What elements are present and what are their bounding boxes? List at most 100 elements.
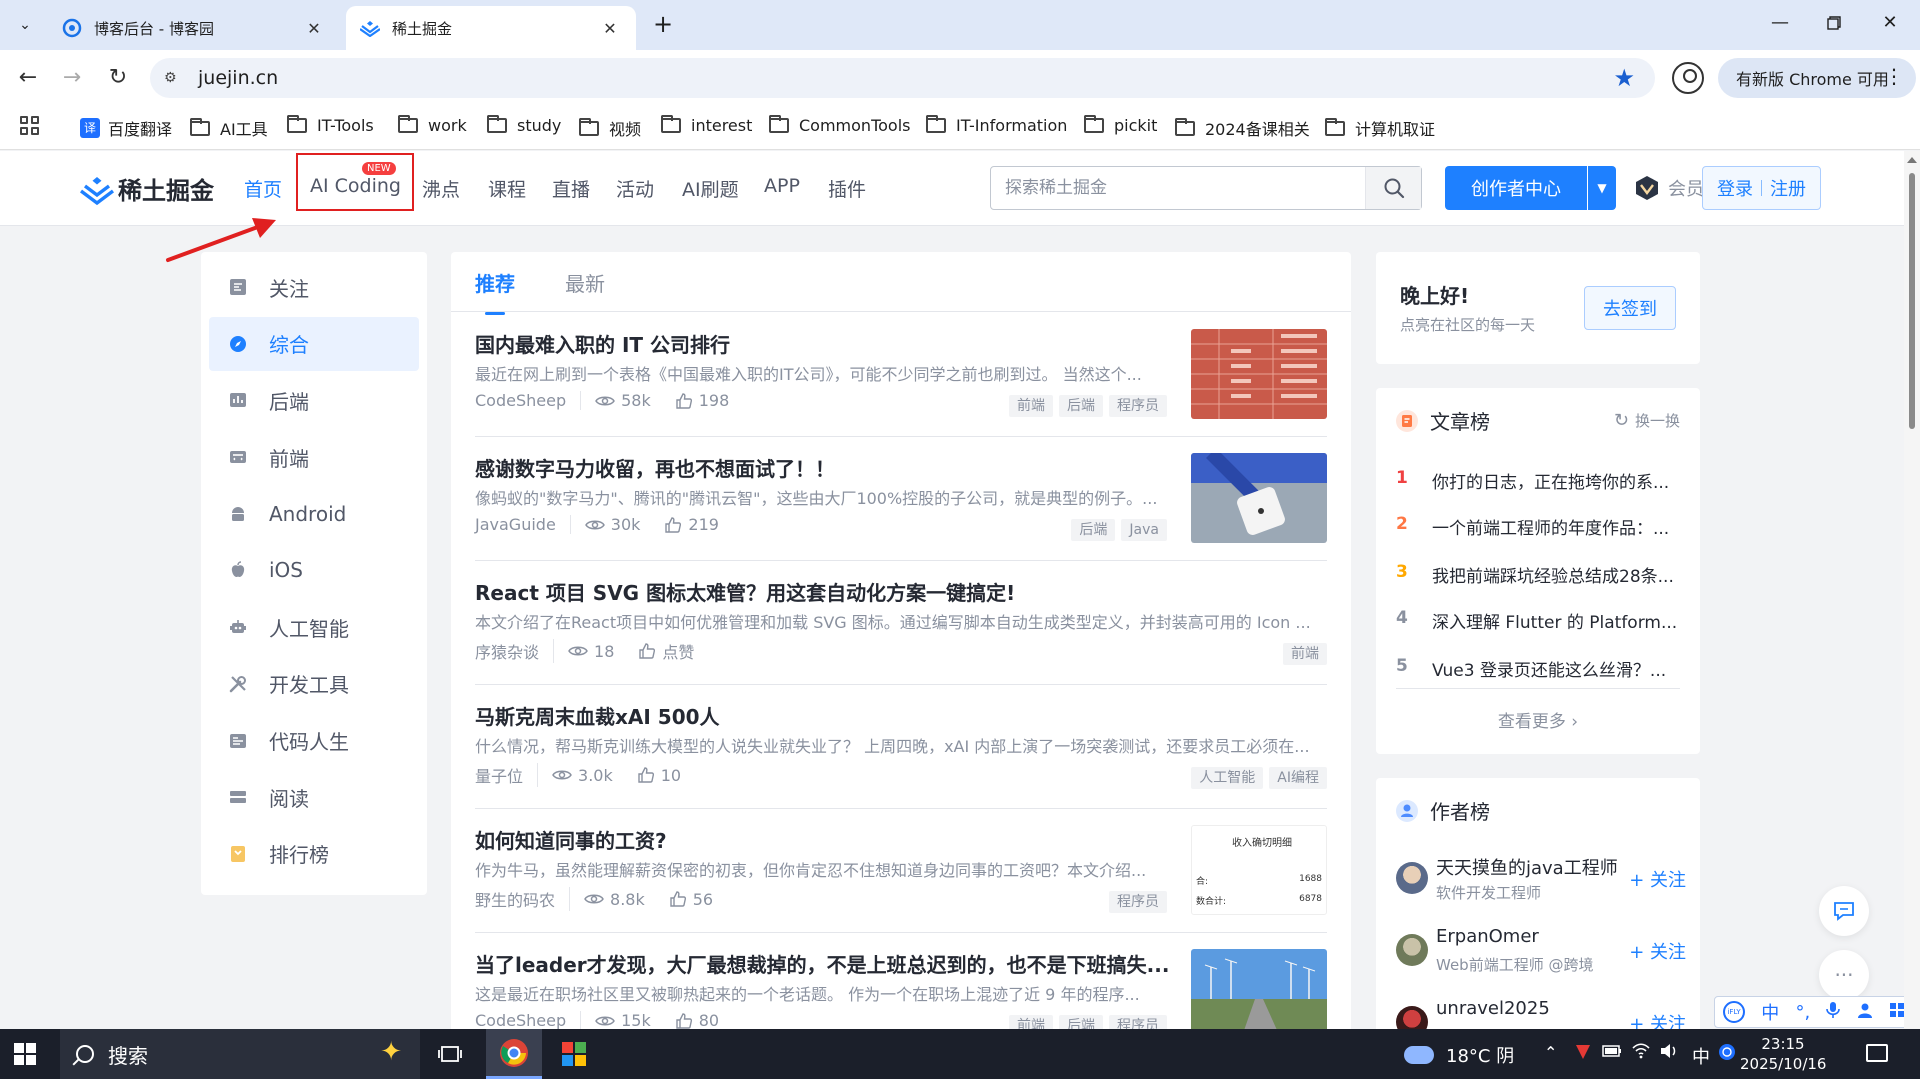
rank-item[interactable]: 4 深入理解 Flutter 的 Platform... bbox=[1396, 608, 1680, 633]
bookmark-folder[interactable]: 视频 bbox=[579, 116, 641, 140]
article-likes[interactable]: 219 bbox=[664, 515, 719, 534]
window-close-icon[interactable]: ✕ bbox=[1876, 12, 1904, 36]
view-more-link[interactable]: 查看更多 › bbox=[1396, 688, 1680, 732]
security-tray-icon[interactable] bbox=[1574, 1043, 1592, 1065]
article-item[interactable]: React 项目 SVG 图标太难管？用这套自动化方案一键搞定! 本文介绍了在R… bbox=[475, 561, 1327, 685]
ime-indicator[interactable]: 中 bbox=[1692, 1043, 1710, 1069]
taskbar-search-box[interactable]: 搜索 ✦ bbox=[60, 1029, 420, 1079]
bookmark-folder[interactable]: CommonTools bbox=[769, 115, 910, 135]
article-tag[interactable]: 前端 bbox=[1009, 395, 1053, 417]
bookmark-folder[interactable]: interest bbox=[661, 115, 752, 135]
search-button[interactable] bbox=[1365, 167, 1421, 209]
refresh-button[interactable]: ↻ 换一换 bbox=[1614, 410, 1680, 431]
nav-pins[interactable]: 沸点 bbox=[422, 175, 460, 202]
minimize-icon[interactable]: — bbox=[1766, 12, 1794, 36]
bookmark-star-icon[interactable]: ★ bbox=[1613, 64, 1635, 92]
article-likes[interactable]: 点赞 bbox=[638, 639, 694, 663]
article-item[interactable]: 感谢数字马力收留，再也不想面试了！！ 像蚂蚁的"数字马力"、腾讯的"腾讯云智"，… bbox=[475, 437, 1327, 561]
chrome-taskbar-icon[interactable] bbox=[486, 1029, 542, 1079]
new-tab-plus-icon[interactable]: + bbox=[650, 12, 676, 38]
search-input[interactable] bbox=[991, 167, 1351, 209]
rank-item[interactable]: 3 我把前端踩坑经验总结成28条... bbox=[1396, 562, 1680, 587]
juejin-logo[interactable]: 稀土掘金 bbox=[80, 171, 214, 206]
battery-icon[interactable] bbox=[1602, 1043, 1622, 1062]
nav-app[interactable]: APP bbox=[764, 175, 800, 197]
close-icon[interactable]: ✕ bbox=[302, 19, 326, 38]
tab-juejin[interactable]: 稀土掘金 ✕ bbox=[346, 6, 636, 50]
site-settings-icon[interactable]: ⚙ bbox=[164, 70, 184, 86]
nav-ai-coding[interactable]: AI Coding bbox=[310, 175, 401, 197]
article-thumbnail[interactable] bbox=[1191, 329, 1327, 419]
volume-icon[interactable] bbox=[1660, 1043, 1678, 1063]
creator-center-button[interactable]: 创作者中心 bbox=[1445, 166, 1587, 210]
more-vertical-icon[interactable]: ⋮ bbox=[1884, 64, 1904, 88]
author-name[interactable]: 天天摸鱼的java工程师 bbox=[1436, 854, 1618, 880]
author-name[interactable]: ErpanOmer bbox=[1436, 926, 1539, 947]
article-title[interactable]: 国内最难入职的 IT 公司排行 bbox=[475, 329, 1175, 358]
bookmark-folder[interactable]: study bbox=[487, 115, 561, 135]
article-author[interactable]: 序猿杂谈 bbox=[475, 639, 555, 663]
nav-courses[interactable]: 课程 bbox=[488, 175, 526, 202]
bookmark-folder[interactable]: work bbox=[398, 115, 467, 135]
article-likes[interactable]: 80 bbox=[675, 1011, 719, 1030]
wifi-icon[interactable] bbox=[1632, 1043, 1650, 1063]
tab-latest[interactable]: 最新 bbox=[565, 268, 605, 297]
nav-ai-practice[interactable]: AI刷题 bbox=[682, 175, 739, 202]
ime-grid-icon[interactable] bbox=[1889, 1002, 1905, 1023]
task-view-icon[interactable] bbox=[422, 1029, 478, 1079]
bookmark-folder[interactable]: pickit bbox=[1084, 115, 1157, 135]
reload-icon[interactable]: ↻ bbox=[104, 64, 132, 92]
sidebar-item-frontend[interactable]: 前端 bbox=[209, 430, 419, 484]
sidebar-item-ios[interactable]: iOS bbox=[209, 543, 419, 597]
apps-grid-icon[interactable] bbox=[20, 116, 40, 136]
article-thumbnail[interactable] bbox=[1191, 453, 1327, 543]
tab-recommended[interactable]: 推荐 bbox=[475, 268, 515, 315]
chevron-up-icon[interactable]: ⌃ bbox=[1544, 1043, 1557, 1062]
article-author[interactable]: CodeSheep bbox=[475, 391, 582, 410]
author-item[interactable]: ErpanOmer Web前端工程师 @跨境 + 关注 bbox=[1396, 926, 1686, 982]
tab-search-chevron-icon[interactable]: ⌄ bbox=[10, 10, 40, 40]
sidebar-item-reading[interactable]: 阅读 bbox=[209, 770, 419, 824]
back-arrow-icon[interactable]: ← bbox=[14, 64, 42, 92]
article-tag[interactable]: 后端 bbox=[1071, 519, 1116, 541]
sidebar-item-backend[interactable]: 后端 bbox=[209, 373, 419, 427]
nav-live[interactable]: 直播 bbox=[552, 175, 590, 202]
article-item[interactable]: 国内最难入职的 IT 公司排行 最近在网上刷到一个表格《中国最难入职的IT公司》… bbox=[475, 313, 1327, 437]
article-tag[interactable]: 人工智能 bbox=[1191, 767, 1264, 789]
article-tag[interactable]: Java bbox=[1121, 519, 1167, 541]
author-item[interactable]: 天天摸鱼的java工程师 软件开发工程师 + 关注 bbox=[1396, 854, 1686, 910]
forward-arrow-icon[interactable]: → bbox=[58, 64, 86, 92]
article-tag[interactable]: 程序员 bbox=[1109, 891, 1167, 913]
avatar[interactable] bbox=[1396, 934, 1428, 966]
article-likes[interactable]: 198 bbox=[675, 391, 729, 410]
scroll-thumb[interactable] bbox=[1909, 173, 1915, 429]
login-label[interactable]: 登录 bbox=[1717, 175, 1753, 201]
bookmark-baidu-translate[interactable]: 译 百度翻译 bbox=[80, 116, 172, 140]
address-bar[interactable]: ⚙ juejin.cn ★ bbox=[150, 58, 1655, 98]
article-title[interactable]: 当了leader才发现，大厂最想裁掉的，不是上班总迟到的，也不是下班搞失... bbox=[475, 949, 1175, 978]
article-author[interactable]: 野生的码农 bbox=[475, 887, 571, 911]
ime-punctuation-icon[interactable]: °, bbox=[1796, 1002, 1811, 1023]
more-options-button[interactable]: ··· bbox=[1819, 950, 1869, 1000]
sidebar-item-dev-tools[interactable]: 开发工具 bbox=[209, 657, 419, 711]
nav-home[interactable]: 首页 bbox=[244, 175, 282, 202]
article-likes[interactable]: 10 bbox=[637, 766, 681, 785]
article-item[interactable]: 当了leader才发现，大厂最想裁掉的，不是上班总迟到的，也不是下班搞失... … bbox=[475, 933, 1327, 1042]
bookmark-folder[interactable]: 2024备课相关 bbox=[1175, 116, 1310, 140]
sidebar-item-ranking[interactable]: 排行榜 bbox=[209, 827, 419, 881]
login-register-button[interactable]: 登录 注册 bbox=[1702, 166, 1821, 210]
follow-button[interactable]: + 关注 bbox=[1629, 866, 1686, 892]
chrome-update-button[interactable]: 有新版 Chrome 可用 ⋮ bbox=[1718, 58, 1916, 98]
article-thumbnail[interactable]: 收入确切明细 合: 1688 数合计: 6878 bbox=[1191, 825, 1327, 915]
tab-cnblogs[interactable]: 博客后台 - 博客园 ✕ bbox=[48, 6, 340, 50]
weather-widget[interactable]: 18°C 阴 bbox=[1404, 1042, 1514, 1068]
copilot-sparkle-icon[interactable]: ✦ bbox=[380, 1037, 402, 1067]
avatar[interactable] bbox=[1396, 862, 1428, 894]
article-author[interactable]: CodeSheep bbox=[475, 1011, 582, 1030]
article-tag[interactable]: 程序员 bbox=[1109, 395, 1167, 417]
ime-voice-icon[interactable] bbox=[1826, 1001, 1841, 1024]
sidebar-item-android[interactable]: Android bbox=[209, 487, 419, 541]
rank-item[interactable]: 1 你打的日志，正在拖垮你的系... bbox=[1396, 468, 1680, 493]
article-author[interactable]: 量子位 bbox=[475, 763, 539, 787]
nav-plugins[interactable]: 插件 bbox=[828, 175, 866, 202]
